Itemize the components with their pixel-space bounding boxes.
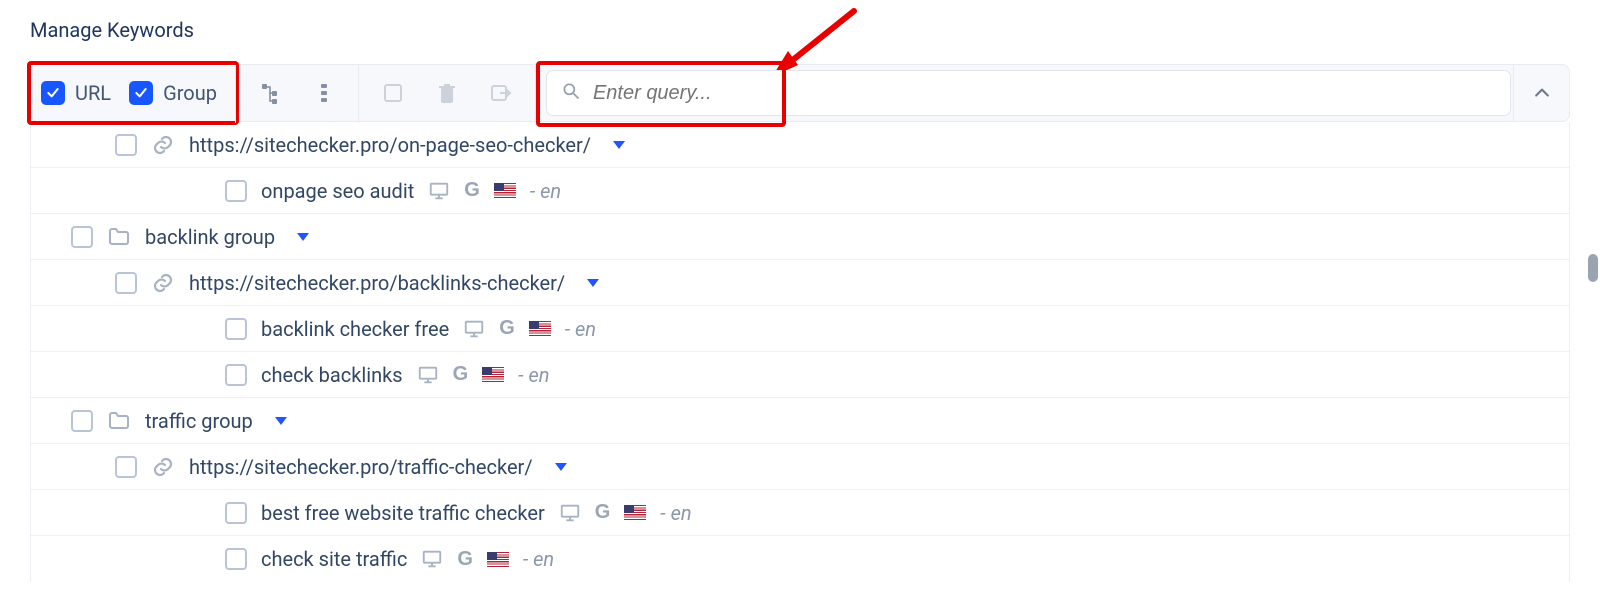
more-options-button[interactable] (306, 75, 342, 111)
group-name: traffic group (145, 409, 253, 433)
delete-button[interactable] (429, 75, 465, 111)
folder-icon (107, 409, 131, 433)
flag-us-icon (487, 552, 509, 567)
search-icon (561, 81, 581, 106)
toggle-url-label: URL (75, 81, 111, 105)
row-checkbox[interactable] (71, 410, 93, 432)
keyword-text: check site traffic (261, 547, 407, 571)
flag-us-icon (494, 183, 516, 198)
keyword-text: backlink checker free (261, 317, 449, 341)
desktop-icon (559, 502, 581, 524)
keyword-row[interactable]: best free website traffic checker G - en (31, 490, 1569, 536)
link-icon (151, 271, 175, 295)
lang-suffix: - en (565, 317, 596, 341)
keyword-row[interactable]: backlink checker free G - en (31, 306, 1569, 352)
link-icon (151, 455, 175, 479)
desktop-icon (417, 364, 439, 386)
desktop-icon (463, 318, 485, 340)
row-checkbox[interactable] (71, 226, 93, 248)
row-checkbox[interactable] (225, 502, 247, 524)
row-checkbox[interactable] (225, 180, 247, 202)
row-checkbox[interactable] (115, 272, 137, 294)
group-row[interactable]: backlink group (31, 214, 1569, 260)
lang-suffix: - en (518, 363, 549, 387)
google-icon: G (453, 363, 469, 386)
search-input[interactable] (593, 82, 1496, 105)
toolbar-action-buttons (359, 65, 535, 121)
lang-suffix: - en (523, 547, 554, 571)
url-text: https://sitechecker.pro/traffic-checker/ (189, 455, 533, 479)
page-title: Manage Keywords (30, 18, 1570, 42)
link-icon (151, 133, 175, 157)
flag-us-icon (624, 505, 646, 520)
tree-view-button[interactable] (252, 75, 288, 111)
keyword-row[interactable]: onpage seo audit G - en (31, 168, 1569, 214)
toolbar: URL Group (30, 64, 1570, 122)
expand-icon[interactable] (297, 233, 309, 241)
filter-toggle-group: URL Group (27, 61, 239, 125)
toggle-url[interactable]: URL (41, 81, 111, 105)
scrollbar-thumb[interactable] (1588, 254, 1598, 282)
flag-us-icon (482, 367, 504, 382)
search-container (536, 65, 1513, 121)
url-row[interactable]: https://sitechecker.pro/on-page-seo-chec… (31, 122, 1569, 168)
row-checkbox[interactable] (225, 548, 247, 570)
row-checkbox[interactable] (225, 318, 247, 340)
row-checkbox[interactable] (225, 364, 247, 386)
row-checkbox[interactable] (115, 134, 137, 156)
google-icon: G (595, 501, 611, 524)
select-all-button[interactable] (375, 75, 411, 111)
move-button[interactable] (483, 75, 519, 111)
group-row[interactable]: traffic group (31, 398, 1569, 444)
desktop-icon (428, 180, 450, 202)
keyword-list: https://sitechecker.pro/on-page-seo-chec… (30, 122, 1570, 582)
google-icon: G (457, 548, 473, 571)
flag-us-icon (529, 321, 551, 336)
keyword-row[interactable]: check backlinks G - en (31, 352, 1569, 398)
expand-icon[interactable] (613, 141, 625, 149)
keyword-text: onpage seo audit (261, 179, 414, 203)
google-icon: G (464, 179, 480, 202)
url-text: https://sitechecker.pro/backlinks-checke… (189, 271, 565, 295)
url-row[interactable]: https://sitechecker.pro/traffic-checker/ (31, 444, 1569, 490)
expand-icon[interactable] (275, 417, 287, 425)
keyword-text: check backlinks (261, 363, 403, 387)
folder-icon (107, 225, 131, 249)
expand-icon[interactable] (587, 279, 599, 287)
lang-suffix: - en (530, 179, 561, 203)
url-row[interactable]: https://sitechecker.pro/backlinks-checke… (31, 260, 1569, 306)
url-text: https://sitechecker.pro/on-page-seo-chec… (189, 133, 591, 157)
expand-icon[interactable] (555, 463, 567, 471)
desktop-icon (421, 548, 443, 570)
toolbar-view-buttons (236, 65, 358, 121)
collapse-toggle[interactable] (1513, 65, 1569, 121)
google-icon: G (499, 317, 515, 340)
checkbox-checked-icon (129, 81, 153, 105)
toggle-group-label: Group (163, 81, 217, 105)
lang-suffix: - en (660, 501, 691, 525)
checkbox-checked-icon (41, 81, 65, 105)
group-name: backlink group (145, 225, 275, 249)
search-box[interactable] (546, 70, 1511, 116)
toggle-group[interactable]: Group (129, 81, 217, 105)
keyword-row[interactable]: check site traffic G - en (31, 536, 1569, 582)
row-checkbox[interactable] (115, 456, 137, 478)
keyword-text: best free website traffic checker (261, 501, 545, 525)
